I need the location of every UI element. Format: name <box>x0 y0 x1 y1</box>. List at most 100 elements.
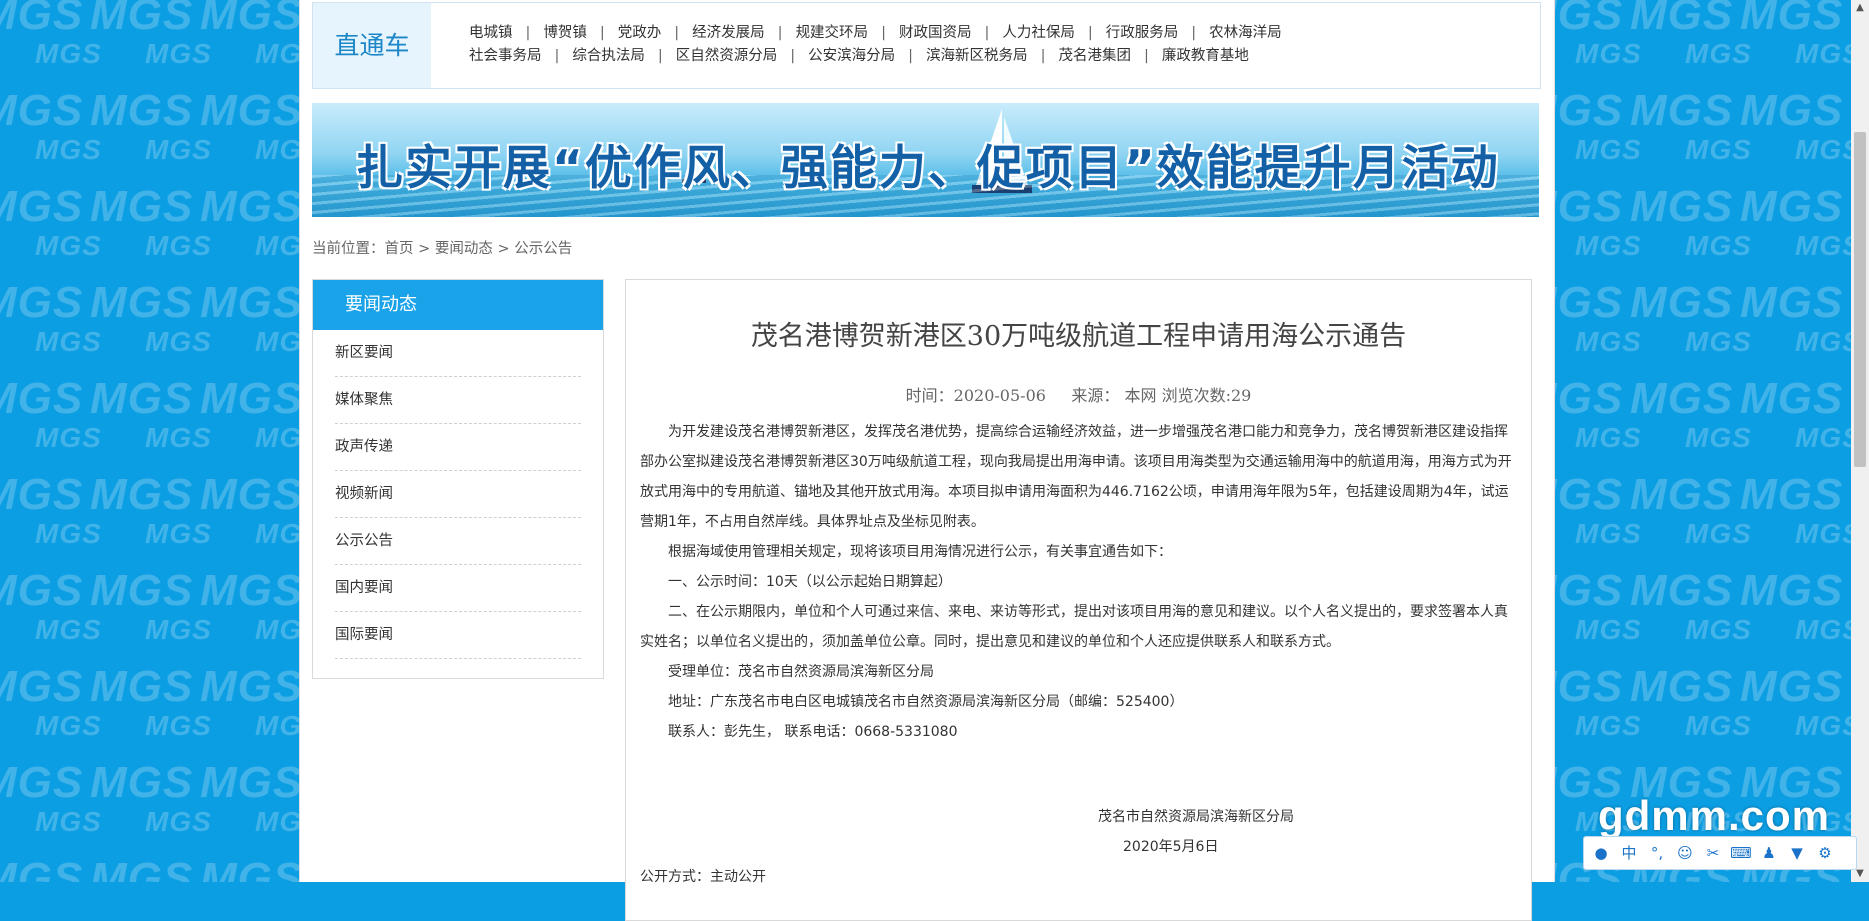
background-logo-text: MGS <box>90 470 194 519</box>
express-link[interactable]: 廉政教育基地 <box>1162 48 1249 64</box>
express-link[interactable]: 电城镇 <box>469 25 513 41</box>
nav-separator: | <box>657 48 663 64</box>
background-logo-text: MGS <box>35 422 102 453</box>
background-logo-text: MGS <box>1630 662 1734 711</box>
background-logo-text: MGS <box>200 758 304 807</box>
sidebar-item-notices[interactable]: 公示公告 <box>335 518 581 565</box>
background-logo-text: MGS <box>145 38 212 69</box>
person-icon[interactable]: ♟ <box>1758 842 1780 864</box>
background-logo-text: MGS <box>35 806 102 837</box>
background-logo-text: MGS <box>1740 470 1844 519</box>
background-logo-text: MGS <box>200 854 304 882</box>
background-logo-text: MGS <box>0 662 84 711</box>
nav-separator: | <box>1143 48 1149 64</box>
nav-separator: | <box>984 25 990 41</box>
background-logo-text: MGS <box>90 854 194 882</box>
banner[interactable]: 扎实开展“优作风、强能力、促项目”效能提升月活动 <box>312 103 1539 217</box>
background-logo-text: MGS <box>1575 614 1642 645</box>
express-link[interactable]: 经济发展局 <box>692 25 765 41</box>
watermark-logo: gdmm.com <box>1598 792 1831 839</box>
express-link[interactable]: 人力社保局 <box>1002 25 1075 41</box>
background-logo-text: MGS <box>1630 278 1734 327</box>
scrollbar[interactable]: ▲ ▼ <box>1851 0 1869 882</box>
background-logo-text: MGS <box>1740 662 1844 711</box>
background-logo-text: MGS <box>1630 566 1734 615</box>
user-icon[interactable]: ● <box>1590 842 1612 864</box>
settings-icon[interactable]: ⚙ <box>1814 842 1836 864</box>
background-logo-text: MGS <box>145 710 212 741</box>
emoji-icon[interactable]: ☺ <box>1674 842 1696 864</box>
background-logo-text: MGS <box>35 326 102 357</box>
sidebar-item-news[interactable]: 新区要闻 <box>335 330 581 377</box>
background-logo-text: MGS <box>1575 230 1642 261</box>
chinese-mode-icon[interactable]: 中 <box>1618 842 1640 864</box>
background-logo-text: MGS <box>90 182 194 231</box>
background-logo-text: MGS <box>1740 566 1844 615</box>
keyboard-icon[interactable]: ⌨ <box>1730 842 1752 864</box>
sidebar-item-video[interactable]: 视频新闻 <box>335 471 581 518</box>
express-link[interactable]: 综合执法局 <box>572 48 645 64</box>
background-logo-text: MGS <box>1630 374 1734 423</box>
background-logo-text: MGS <box>200 374 304 423</box>
background-logo-text: MGS <box>90 0 194 39</box>
nav-separator: | <box>790 48 796 64</box>
scroll-thumb[interactable] <box>1854 132 1866 467</box>
article-body: 为开发建设茂名港博贺新港区，发挥茂名港优势，提高综合运输经济效益，进一步增强茂名… <box>640 417 1520 747</box>
breadcrumb-section[interactable]: 要闻动态 <box>435 241 493 257</box>
background-logo-text: MGS <box>200 86 304 135</box>
ime-toolbar: ● 中 °, ☺ ✂ ⌨ ♟ ▼ ⚙ <box>1583 836 1857 870</box>
nav-separator: | <box>554 48 560 64</box>
background-logo-text: MGS <box>0 566 84 615</box>
background-logo-text: MGS <box>1685 38 1752 69</box>
background-logo-text: MGS <box>0 854 84 882</box>
article-paragraph: 根据海域使用管理相关规定，现将该项目用海情况进行公示，有关事宜通告如下： <box>668 544 1172 560</box>
express-link[interactable]: 茂名港集团 <box>1058 48 1131 64</box>
background-logo-text: MGS <box>90 374 194 423</box>
express-link[interactable]: 社会事务局 <box>469 48 542 64</box>
express-link[interactable]: 博贺镇 <box>543 25 587 41</box>
sidebar-item-gov-voice[interactable]: 政声传递 <box>335 424 581 471</box>
background-logo-text: MGS <box>0 182 84 231</box>
background-logo-text: MGS <box>0 278 84 327</box>
express-link[interactable]: 党政办 <box>618 25 662 41</box>
background-logo-text: MGS <box>1740 86 1844 135</box>
background-logo-text: MGS <box>145 230 212 261</box>
express-link[interactable]: 财政国资局 <box>899 25 972 41</box>
background-logo-text: MGS <box>1685 230 1752 261</box>
article-title: 茂名港博贺新港区30万吨级航道工程申请用海公示通告 <box>750 321 1407 352</box>
background-logo-text: MGS <box>90 278 194 327</box>
express-link[interactable]: 区自然资源分局 <box>676 48 778 64</box>
background-logo-text: MGS <box>200 662 304 711</box>
background-logo-text: MGS <box>1685 614 1752 645</box>
background-logo-text: MGS <box>200 182 304 231</box>
express-link[interactable]: 规建交环局 <box>796 25 869 41</box>
sidebar-item-domestic[interactable]: 国内要闻 <box>335 565 581 612</box>
breadcrumb: 当前位置：首页 > 要闻动态 > 公示公告 <box>312 237 572 258</box>
background-logo-text: MGS <box>1685 326 1752 357</box>
express-link[interactable]: 农林海洋局 <box>1209 25 1282 41</box>
background-logo-text: MGS <box>200 566 304 615</box>
background-logo-text: MGS <box>35 710 102 741</box>
sidebar-item-media[interactable]: 媒体聚焦 <box>335 377 581 424</box>
background-logo-text: MGS <box>90 758 194 807</box>
express-link[interactable]: 公安滨海分局 <box>808 48 895 64</box>
punctuation-icon[interactable]: °, <box>1646 842 1668 864</box>
background-logo-text: MGS <box>1575 38 1642 69</box>
background-logo-text: MGS <box>35 134 102 165</box>
shirt-icon[interactable]: ▼ <box>1786 842 1808 864</box>
express-link[interactable]: 滨海新区税务局 <box>926 48 1028 64</box>
page-container: 直通车 电城镇 | 博贺镇 | 党政办 | 经济发展局 | 规建交环局 | 财政国资局 | 人力社保局 |… <box>299 0 1555 921</box>
express-row-2: 社会事务局 | 综合执法局 | 区自然资源分局 | 公安滨海分局 | 滨海新区税务局 | 茂名港集团… <box>469 44 1529 67</box>
article-signature: 茂名市自然资源局滨海新区分局 <box>1098 809 1294 825</box>
breadcrumb-home[interactable]: 首页 <box>385 241 414 257</box>
background-logo-text: MGS <box>1630 470 1734 519</box>
background-logo-text: MGS <box>90 566 194 615</box>
breadcrumb-current[interactable]: 公示公告 <box>514 241 572 257</box>
scissors-icon[interactable]: ✂ <box>1702 842 1724 864</box>
background-logo-text: MGS <box>1685 422 1752 453</box>
express-link[interactable]: 行政服务局 <box>1106 25 1179 41</box>
scroll-up-arrow-icon[interactable]: ▲ <box>1851 0 1869 16</box>
sidebar-item-international[interactable]: 国际要闻 <box>335 612 581 659</box>
background-logo-text: MGS <box>1575 710 1642 741</box>
background-logo-text: MGS <box>145 806 212 837</box>
